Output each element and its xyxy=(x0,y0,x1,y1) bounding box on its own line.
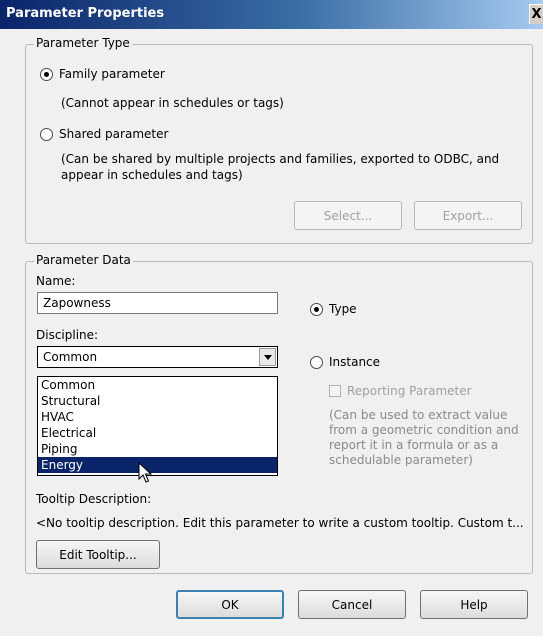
reporting-note-3: report it in a formula or as a xyxy=(329,438,499,452)
discipline-option[interactable]: Structural xyxy=(38,393,277,409)
parameter-type-legend: Parameter Type xyxy=(34,36,132,50)
window-title: Parameter Properties xyxy=(6,6,165,21)
radio-checked-icon xyxy=(40,67,53,81)
name-input[interactable]: Zapowness xyxy=(37,292,278,314)
radio-unchecked-icon xyxy=(310,355,323,369)
reporting-note-1: (Can be used to extract value xyxy=(329,408,508,422)
shared-parameter-note-2: appear in schedules and tags) xyxy=(61,168,243,182)
parameter-data-legend: Parameter Data xyxy=(34,253,133,267)
name-label: Name: xyxy=(36,274,76,288)
select-button[interactable]: Select... xyxy=(294,201,402,230)
discipline-option[interactable]: Piping xyxy=(38,441,277,457)
shared-parameter-radio[interactable]: Shared parameter xyxy=(40,127,168,141)
discipline-label: Discipline: xyxy=(36,328,99,342)
type-radio[interactable]: Type xyxy=(310,302,357,316)
discipline-select[interactable]: Common xyxy=(37,346,278,368)
shared-parameter-note-1: (Can be shared by multiple projects and … xyxy=(61,152,500,166)
radio-checked-icon xyxy=(310,302,323,316)
reporting-note-4: schedulable parameter) xyxy=(329,453,473,467)
discipline-option[interactable]: HVAC xyxy=(38,409,277,425)
tooltip-description-label: Tooltip Description: xyxy=(36,492,152,506)
family-parameter-radio[interactable]: Family parameter xyxy=(40,67,165,81)
parameter-type-group: Parameter Type Family parameter (Cannot … xyxy=(25,36,533,244)
discipline-dropdown-list[interactable]: Common Structural HVAC Electrical Piping… xyxy=(37,376,278,476)
ok-button[interactable]: OK xyxy=(176,590,284,619)
radio-unchecked-icon xyxy=(40,127,53,141)
discipline-value: Common xyxy=(43,350,98,364)
discipline-option[interactable]: Common xyxy=(38,377,277,393)
reporting-parameter-label: Reporting Parameter xyxy=(347,384,472,398)
family-parameter-label: Family parameter xyxy=(59,67,165,81)
parameter-data-group: Parameter Data Name: Zapowness Disciplin… xyxy=(25,253,533,574)
instance-label: Instance xyxy=(329,355,381,369)
checkbox-icon xyxy=(329,385,341,397)
mouse-cursor-icon xyxy=(138,462,153,483)
export-button[interactable]: Export... xyxy=(414,201,522,230)
discipline-option[interactable]: Electrical xyxy=(38,425,277,441)
close-button[interactable]: X xyxy=(529,4,543,24)
help-button[interactable]: Help xyxy=(420,590,528,619)
edit-tooltip-button[interactable]: Edit Tooltip... xyxy=(36,540,160,569)
cancel-button[interactable]: Cancel xyxy=(298,590,406,619)
instance-radio[interactable]: Instance xyxy=(310,355,380,369)
reporting-note-2: from a geometric condition and xyxy=(329,423,519,437)
tooltip-description-text: <No tooltip description. Edit this param… xyxy=(36,516,524,530)
dialog-body: Parameter Type Family parameter (Cannot … xyxy=(0,29,543,636)
discipline-option-highlighted[interactable]: Energy xyxy=(38,457,277,473)
chevron-down-icon[interactable] xyxy=(259,348,276,366)
reporting-parameter-checkbox[interactable]: Reporting Parameter xyxy=(329,384,472,398)
type-label: Type xyxy=(329,302,357,316)
title-bar: Parameter Properties X xyxy=(0,0,543,29)
family-parameter-note: (Cannot appear in schedules or tags) xyxy=(61,96,284,110)
shared-parameter-label: Shared parameter xyxy=(59,127,169,141)
